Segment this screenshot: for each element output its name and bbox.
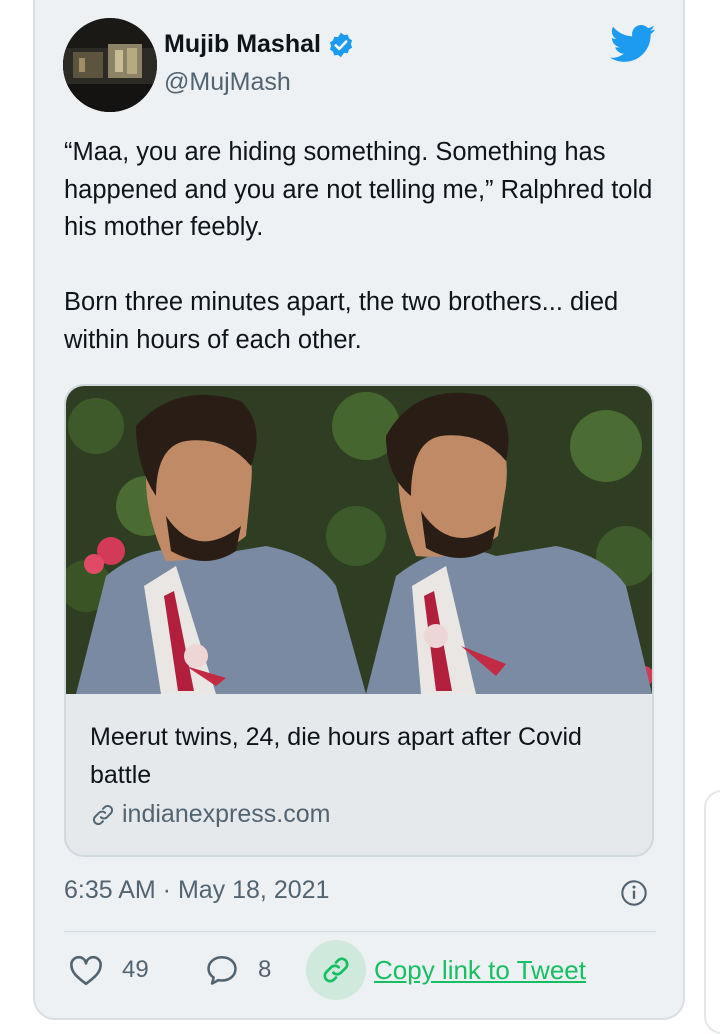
tweet-timestamp[interactable]: 6:35 AM · May 18, 2021 — [64, 876, 329, 905]
divider — [64, 931, 656, 932]
reply-button[interactable]: 8 — [204, 942, 271, 998]
author-name[interactable]: Mujib Mashal — [164, 30, 321, 59]
heart-icon — [70, 955, 102, 986]
reply-bubble-icon — [207, 955, 237, 985]
author-name-row[interactable]: Mujib Mashal — [164, 30, 355, 59]
like-count: 49 — [122, 956, 149, 983]
article-photo[interactable] — [66, 386, 652, 694]
tweet-text: “Maa, you are hiding something. Somethin… — [64, 134, 664, 359]
tweet-paragraph-1: “Maa, you are hiding something. Somethin… — [64, 138, 653, 241]
copy-link-button[interactable]: Copy link to Tweet — [306, 940, 586, 1000]
article-domain[interactable]: indianexpress.com — [90, 800, 330, 829]
link-icon — [323, 957, 349, 983]
info-icon[interactable] — [620, 879, 648, 907]
link-preview-card[interactable]: Meerut twins, 24, die hours apart after … — [64, 384, 654, 857]
author-handle[interactable]: @MujMash — [164, 68, 291, 97]
tweet-paragraph-2: Born three minutes apart, the two brothe… — [64, 288, 619, 354]
twitter-bird-icon[interactable] — [610, 24, 656, 64]
copy-link-label[interactable]: Copy link to Tweet — [374, 955, 586, 986]
reply-count: 8 — [258, 956, 272, 983]
copy-link-icon-circle[interactable] — [306, 940, 366, 1000]
tweet-actions: 49 8 Copy link to Tweet — [64, 940, 664, 1000]
avatar[interactable] — [63, 18, 157, 112]
link-icon — [92, 804, 114, 825]
adjacent-card-edge — [704, 790, 720, 1034]
verified-badge-icon — [329, 32, 353, 57]
article-title[interactable]: Meerut twins, 24, die hours apart after … — [90, 718, 630, 794]
like-button[interactable]: 49 — [68, 942, 149, 998]
article-domain-text: indianexpress.com — [122, 800, 331, 828]
